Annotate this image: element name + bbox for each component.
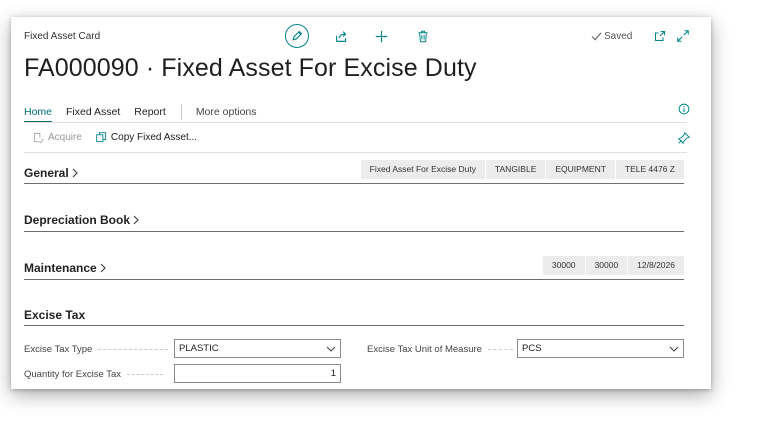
action-divider-line [24, 152, 687, 153]
delete-button[interactable] [415, 28, 431, 44]
acquire-button[interactable]: Acquire [33, 132, 82, 143]
summary-serial: TELE 4476 Z [615, 160, 684, 179]
action-bar: Acquire Copy Fixed Asset... [33, 132, 211, 143]
expand-button[interactable] [676, 29, 690, 43]
share-icon [335, 30, 346, 42]
chevron-right-icon [100, 263, 106, 273]
maintenance-summary: 30000 30000 12/8/2026 [542, 256, 684, 275]
excise-tax-type-select[interactable]: PLASTIC [174, 339, 341, 358]
maintenance-header[interactable]: Maintenance [24, 261, 107, 275]
summary-maintenance-2: 30000 [585, 256, 629, 275]
excise-tax-uom-label: Excise Tax Unit of Measure [367, 344, 513, 355]
acquire-label: Acquire [48, 132, 82, 143]
action-nav: Home Fixed Asset Report More options [24, 104, 257, 123]
summary-class: TANGIBLE [485, 160, 547, 179]
delete-icon [418, 30, 428, 42]
general-title: General [24, 166, 69, 180]
share-button[interactable] [333, 28, 349, 44]
copy-fixed-asset-label: Copy Fixed Asset... [110, 132, 198, 143]
chevron-right-icon [72, 168, 78, 178]
excise-tax-underline [24, 325, 684, 326]
nav-divider [180, 104, 182, 120]
open-new-window-icon [654, 30, 666, 42]
excise-tax-header[interactable]: Excise Tax [24, 308, 85, 322]
summary-maintenance-1: 30000 [542, 256, 586, 275]
chevron-down-icon [669, 346, 679, 352]
nav-divider-line [24, 122, 687, 123]
tab-report[interactable]: Report [134, 106, 166, 118]
new-button[interactable] [373, 28, 389, 44]
general-underline [24, 183, 684, 184]
info-button[interactable] [677, 102, 690, 115]
pin-icon [677, 131, 690, 144]
quantity-for-excise-tax-value: 1 [330, 368, 336, 379]
open-new-window-button[interactable] [653, 29, 667, 43]
summary-maintenance-date: 12/8/2026 [628, 256, 684, 275]
summary-description: Fixed Asset For Excise Duty [360, 160, 486, 179]
maintenance-title: Maintenance [24, 261, 97, 275]
label-leader [98, 349, 169, 350]
fixed-asset-card: Fixed Asset Card Saved FA000090 · Fixed … [11, 17, 711, 389]
label-leader [126, 374, 163, 375]
chevron-right-icon [133, 215, 139, 225]
label-leader [487, 349, 513, 350]
checkmark-icon [591, 32, 602, 41]
pin-button[interactable] [677, 131, 690, 144]
excise-tax-uom-value: PCS [522, 343, 542, 354]
edit-button[interactable] [285, 24, 309, 48]
info-icon [678, 103, 689, 114]
summary-subclass: EQUIPMENT [546, 160, 616, 179]
excise-tax-title: Excise Tax [24, 308, 86, 322]
tab-fixed-asset[interactable]: Fixed Asset [66, 106, 120, 118]
depreciation-title: Depreciation Book [24, 213, 131, 227]
general-summary: Fixed Asset For Excise Duty TANGIBLE EQU… [360, 160, 684, 179]
tab-home[interactable]: Home [24, 106, 53, 123]
add-icon [375, 30, 387, 42]
expand-icon [677, 30, 689, 42]
general-header[interactable]: General [24, 166, 79, 180]
depreciation-section: Depreciation Book [24, 207, 684, 233]
quantity-for-excise-tax-input[interactable]: 1 [174, 364, 341, 383]
copy-icon [96, 132, 106, 143]
depreciation-underline [24, 231, 684, 232]
maintenance-section: Maintenance 30000 30000 12/8/2026 [24, 255, 684, 281]
general-section: General Fixed Asset For Excise Duty TANG… [24, 159, 684, 185]
acquire-icon [33, 132, 44, 143]
excise-tax-type-value: PLASTIC [179, 343, 219, 354]
quantity-for-excise-tax-label: Quantity for Excise Tax [24, 369, 163, 380]
excise-tax-uom-select[interactable]: PCS [517, 339, 684, 358]
saved-status: Saved [591, 31, 632, 42]
page-type-label: Fixed Asset Card [24, 31, 101, 42]
edit-icon [292, 30, 303, 41]
more-options-button[interactable]: More options [196, 106, 257, 118]
excise-tax-type-label: Excise Tax Type [24, 344, 169, 355]
chevron-down-icon [326, 346, 336, 352]
copy-fixed-asset-button[interactable]: Copy Fixed Asset... [96, 132, 197, 143]
saved-label: Saved [604, 31, 633, 42]
maintenance-underline [24, 279, 684, 280]
depreciation-header[interactable]: Depreciation Book [24, 213, 140, 227]
page-title: FA000090 · Fixed Asset For Excise Duty [24, 54, 477, 82]
